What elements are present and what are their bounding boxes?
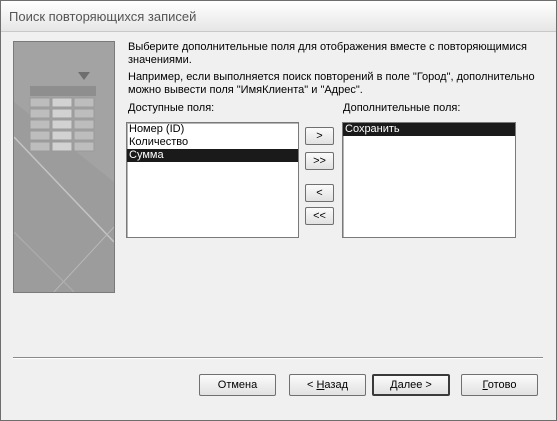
next-button[interactable]: Далее > — [372, 374, 450, 396]
selected-fields-list[interactable]: Сохранить — [342, 122, 516, 238]
footer-divider — [13, 357, 543, 359]
instruction-line-1: Выберите дополнительные поля для отображ… — [128, 41, 527, 66]
list-item[interactable]: Номер (ID) — [127, 123, 298, 136]
title-bar[interactable]: Поиск повторяющихся записей — [1, 1, 556, 32]
remove-all-fields-button[interactable]: << — [305, 207, 334, 225]
dialog-window: Поиск повторяющихся записей Выберите доп… — [0, 0, 557, 421]
available-fields-list[interactable]: Номер (ID) Количество Сумма — [126, 122, 299, 238]
instructions: Выберите дополнительные поля для отображ… — [128, 41, 538, 101]
finish-button-label: отово — [487, 379, 517, 391]
available-fields-label: Доступные поля: — [128, 102, 215, 114]
add-field-button[interactable]: > — [305, 127, 334, 145]
instruction-line-2: Например, если выполняется поиск повторе… — [128, 71, 535, 96]
finish-button[interactable]: Готово — [461, 374, 538, 396]
remove-field-button[interactable]: < — [305, 184, 334, 202]
list-item[interactable]: Сумма — [127, 149, 298, 162]
wizard-illustration — [13, 41, 115, 293]
next-button-label: алее > — [397, 379, 432, 391]
back-button-label: азад — [324, 379, 348, 391]
cancel-button[interactable]: Отмена — [199, 374, 276, 396]
list-item[interactable]: Количество — [127, 136, 298, 149]
list-item[interactable]: Сохранить — [343, 123, 515, 136]
next-button-accesskey: Д — [390, 379, 398, 391]
window-title: Поиск повторяющихся записей — [9, 9, 197, 24]
selected-fields-label: Дополнительные поля: — [343, 102, 461, 114]
back-button[interactable]: < Назад — [289, 374, 366, 396]
add-all-fields-button[interactable]: >> — [305, 152, 334, 170]
cancel-button-label: Отмена — [217, 379, 258, 391]
